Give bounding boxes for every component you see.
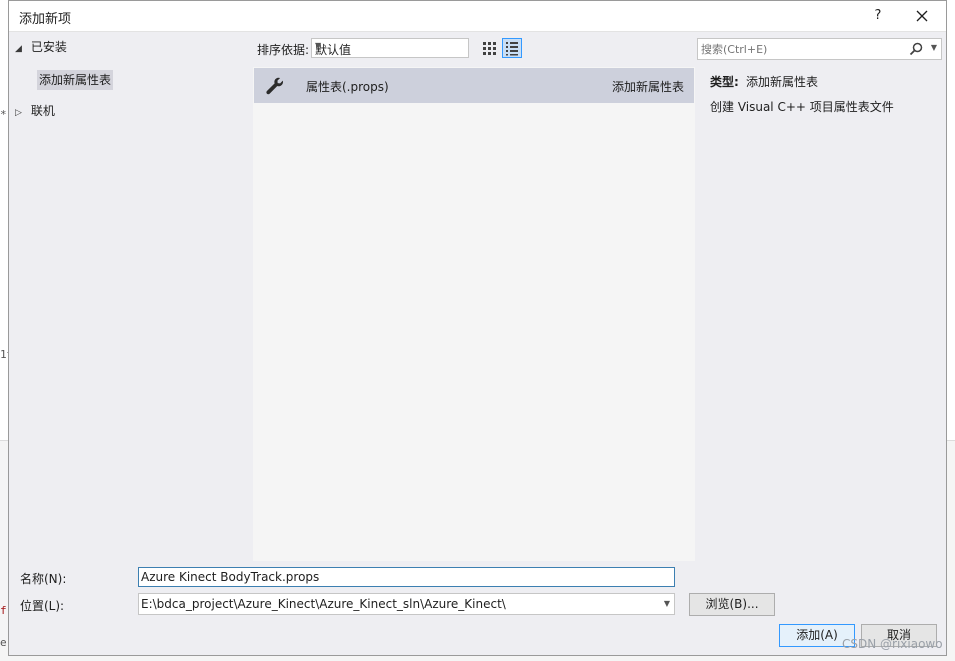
background-fragment: * (0, 108, 7, 121)
title-bar: 添加新项 ? (9, 1, 946, 32)
chevron-down-icon[interactable]: ▼ (664, 599, 670, 608)
tree-item-add-property-sheet[interactable]: 添加新属性表 (37, 70, 114, 90)
list-view-button[interactable] (502, 38, 522, 58)
expanded-arrow-icon: ◢ (15, 44, 22, 54)
location-input[interactable] (141, 596, 656, 612)
browse-button[interactable]: 浏览(B)... (689, 593, 775, 616)
type-value: 添加新属性表 (746, 75, 819, 89)
tree-item-label: 已安装 (30, 40, 67, 54)
tree-item-label: 联机 (30, 104, 55, 118)
chevron-down-icon[interactable]: ▼ (931, 43, 937, 52)
close-icon (916, 10, 928, 22)
template-description: 创建 Visual C++ 项目属性表文件 (710, 100, 894, 114)
tree-item-installed[interactable]: ◢ 已安装 (15, 37, 67, 57)
name-label: 名称(N): (20, 572, 67, 586)
template-name: 属性表(.props) (306, 80, 389, 94)
tree-item-online[interactable]: ▷ 联机 (15, 101, 55, 121)
chevron-down-icon: ▼ (315, 41, 322, 50)
add-new-item-dialog: 添加新项 ? ◢ 已安装 添加新属性表 ▷ 联机 排序依据: 默认值 ▼ 搜索(… (8, 0, 947, 656)
search-input[interactable] (701, 40, 906, 58)
search-icon (909, 42, 923, 56)
details-pane: 类型: 添加新属性表 创建 Visual C++ 项目属性表文件 (697, 67, 946, 561)
sort-label: 排序依据: (257, 43, 310, 57)
background-fragment: e (0, 636, 7, 649)
background-fragment: f (0, 604, 7, 617)
watermark: CSDN @rixiaowo (842, 637, 943, 651)
list-view-icon (506, 42, 518, 56)
type-label: 类型: (710, 75, 739, 89)
location-label: 位置(L): (20, 599, 65, 613)
grid-view-icon (483, 42, 496, 55)
location-field[interactable]: ▼ (138, 593, 675, 615)
list-item[interactable]: 属性表(.props) 添加新属性表 (254, 68, 694, 103)
sort-select[interactable]: 默认值 ▼ (311, 38, 469, 58)
dialog-title: 添加新项 (19, 12, 72, 27)
name-input[interactable] (141, 569, 671, 585)
category-tree: ◢ 已安装 添加新属性表 ▷ 联机 (9, 32, 253, 560)
grid-view-button[interactable] (479, 38, 499, 58)
help-button[interactable]: ? (866, 6, 890, 26)
tree-item-label: 添加新属性表 (39, 73, 112, 87)
close-button[interactable] (910, 6, 934, 26)
template-list: 属性表(.props) 添加新属性表 (253, 67, 695, 561)
name-field[interactable] (138, 567, 675, 587)
wrench-icon (266, 77, 284, 95)
collapsed-arrow-icon: ▷ (15, 108, 22, 118)
search-box[interactable]: ▼ (697, 38, 942, 60)
template-category: 添加新属性表 (611, 80, 684, 94)
